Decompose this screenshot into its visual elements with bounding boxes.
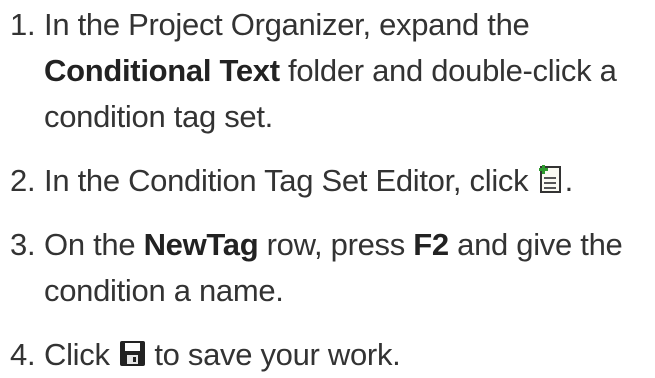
step-number: 3. bbox=[10, 227, 36, 262]
step-text: folder and double-click a bbox=[279, 53, 617, 88]
key-f2: F2 bbox=[413, 227, 449, 262]
step-text: . bbox=[564, 163, 574, 198]
step-1: 1. In the Project Organizer, expand the … bbox=[0, 2, 655, 140]
step-text: to save your work. bbox=[146, 337, 401, 372]
step-number: 4. bbox=[10, 337, 36, 372]
step-number: 1. bbox=[10, 7, 36, 42]
save-icon bbox=[118, 339, 146, 369]
step-number: 2. bbox=[10, 163, 36, 198]
step-4: 4. Click to save your work. bbox=[0, 332, 655, 378]
step-text: Click bbox=[44, 337, 110, 372]
step-text: On the bbox=[44, 227, 144, 262]
instruction-list: 1. In the Project Organizer, expand the … bbox=[0, 2, 655, 378]
step-text: In the Condition Tag Set Editor, click bbox=[44, 163, 529, 198]
step-text: row, press bbox=[258, 227, 414, 262]
ui-term-newtag: NewTag bbox=[143, 227, 259, 262]
step-text: and give the bbox=[448, 227, 623, 262]
ui-term-conditional-text: Conditional Text bbox=[44, 53, 280, 88]
new-tag-icon bbox=[537, 165, 565, 195]
step-3: 3. On the NewTag row, press F2 and give … bbox=[0, 222, 655, 314]
step-text: condition tag set. bbox=[44, 99, 273, 134]
step-text: condition a name. bbox=[44, 273, 284, 308]
step-2: 2. In the Condition Tag Set Editor, clic… bbox=[0, 158, 655, 204]
step-text: In the Project Organizer, expand the bbox=[44, 7, 530, 42]
